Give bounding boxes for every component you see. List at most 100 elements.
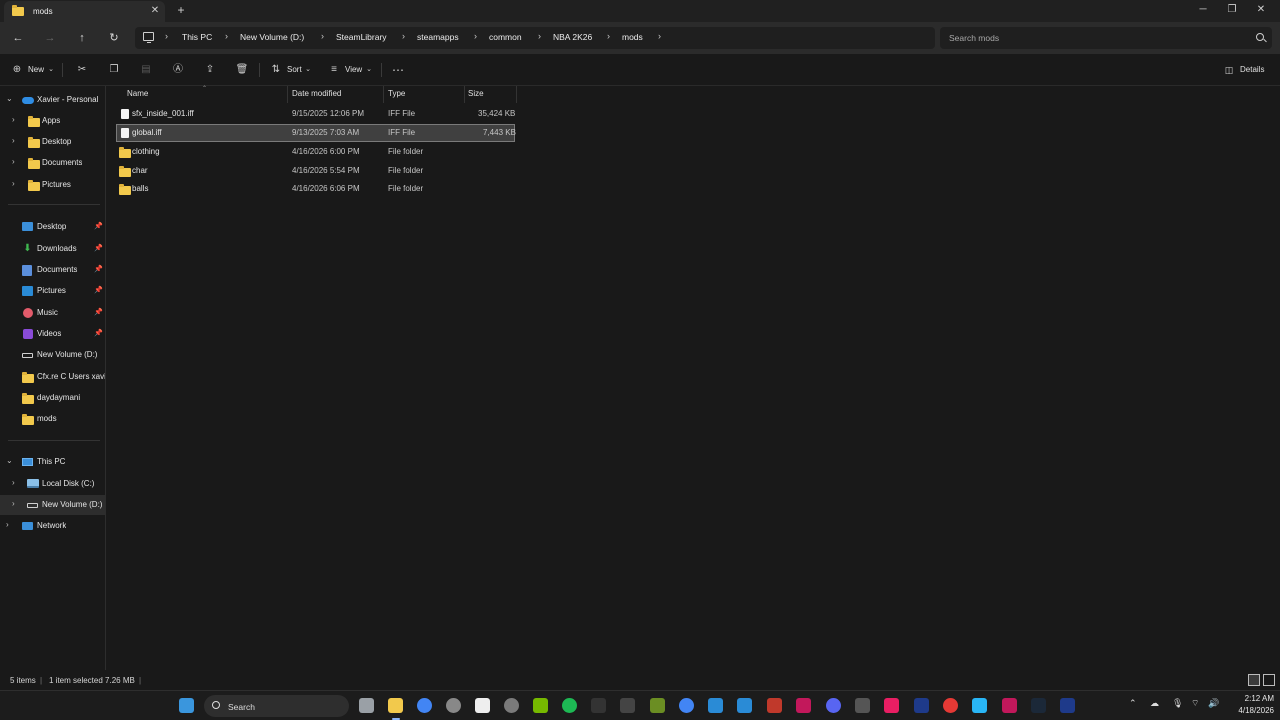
app-icon[interactable] [855,698,870,713]
chevron-right-icon[interactable]: › [538,31,541,41]
chrome-icon[interactable] [679,698,694,713]
delete-icon[interactable]: 🗑 [235,63,249,77]
details-button[interactable]: Details [1240,65,1264,79]
up-button[interactable]: ↑ [74,30,90,46]
refresh-button[interactable]: ↻ [106,30,122,46]
tiles-view-icon[interactable] [1263,674,1275,686]
sidebar-item-music[interactable]: Music 📌 [0,303,105,323]
cut-icon[interactable]: ✂ [75,63,89,77]
sidebar-item-this-pc[interactable]: ⌄ This PC [0,452,105,472]
spotify-icon[interactable] [562,698,577,713]
crumb-steamapps[interactable]: steamapps [417,32,459,42]
microphone-icon[interactable]: 🎙 [1172,698,1183,709]
close-tab-icon[interactable]: ✕ [149,5,161,17]
back-button[interactable]: ← [10,30,26,46]
chevron-right-icon[interactable]: › [12,157,15,166]
sidebar-item-local-disk[interactable]: › Local Disk (C:) [0,474,105,494]
sidebar-item-desktop[interactable]: › Desktop [0,132,105,152]
sort-button[interactable]: Sort [287,65,302,79]
app-icon[interactable] [475,698,490,713]
sidebar-item-mods[interactable]: mods [0,409,105,429]
logitech-icon[interactable] [620,698,635,713]
app-icon[interactable] [972,698,987,713]
crumb-new-volume[interactable]: New Volume (D:) [240,32,304,42]
winrar-icon[interactable] [767,698,782,713]
app-icon[interactable] [737,698,752,713]
table-row[interactable]: clothing 4/16/2026 6:00 PM File folder [116,143,515,161]
chevron-right-icon[interactable]: › [12,499,15,508]
chevron-down-icon[interactable]: ⌄ [44,63,58,77]
chevron-down-icon[interactable]: ⌄ [6,456,13,465]
new-tab-button[interactable]: + [174,3,188,17]
tiktok-icon[interactable] [884,698,899,713]
crumb-mods[interactable]: mods [622,32,643,42]
sidebar-item-quick-desktop[interactable]: Desktop 📌 [0,217,105,237]
chevron-right-icon[interactable]: › [165,31,168,41]
windows-start-icon[interactable] [179,698,194,713]
chevron-down-icon[interactable]: ⌄ [362,63,376,77]
table-row[interactable]: balls 4/16/2026 6:06 PM File folder [116,180,515,198]
sidebar-item-new-volume[interactable]: New Volume (D:) [0,345,105,365]
minimize-button[interactable]: ─ [1196,3,1210,17]
search-input[interactable]: Search mods [940,27,1272,49]
chevron-right-icon[interactable]: › [474,31,477,41]
tray-overflow-icon[interactable]: ⌃ [1129,698,1137,709]
chevron-right-icon[interactable]: › [12,136,15,145]
sidebar-item-quick-pictures[interactable]: Pictures 📌 [0,281,105,301]
chevron-right-icon[interactable]: › [6,520,9,529]
table-row-selected[interactable]: global.iff 9/13/2025 7:03 AM IFF File 7,… [116,124,516,142]
volume-icon[interactable]: 🔊 [1208,698,1219,709]
nvidia-icon[interactable] [533,698,548,713]
steam-icon[interactable] [1031,698,1046,713]
chevron-right-icon[interactable]: › [12,179,15,188]
app-icon[interactable] [1002,698,1017,713]
app-icon[interactable] [1060,698,1075,713]
search-icon[interactable] [1256,33,1264,41]
chevron-right-icon[interactable]: › [225,31,228,41]
sidebar-item-onedrive[interactable]: ⌄ Xavier - Personal [0,90,105,110]
chevron-right-icon[interactable]: › [12,478,15,487]
discord-icon[interactable] [826,698,841,713]
network-tray-icon[interactable]: ⌔ [1191,698,1199,709]
sidebar-item-pictures[interactable]: › Pictures [0,175,105,195]
chevron-right-icon[interactable]: › [12,115,15,124]
app-icon[interactable] [708,698,723,713]
rename-icon[interactable]: Ⓐ [171,63,185,77]
forward-button[interactable]: → [42,30,58,46]
more-options-icon[interactable]: ⋯ [391,63,405,77]
view-button[interactable]: View [345,65,362,79]
epic-games-icon[interactable] [591,698,606,713]
sidebar-item-downloads[interactable]: ⬇ Downloads 📌 [0,239,105,259]
column-header-name[interactable]: Name [127,89,148,98]
share-icon[interactable]: ⇪ [203,63,217,77]
sidebar-item-new-volume-d[interactable]: › New Volume (D:) [0,495,105,515]
table-row[interactable]: sfx_inside_001.iff 9/15/2025 12:06 PM IF… [116,105,515,123]
close-window-button[interactable]: ✕ [1254,3,1268,17]
app-icon[interactable] [914,698,929,713]
crumb-this-pc[interactable]: This PC [182,32,212,42]
chevron-right-icon[interactable]: › [321,31,324,41]
chevron-right-icon[interactable]: › [658,31,661,41]
sidebar-item-documents[interactable]: › Documents [0,153,105,173]
paste-icon[interactable]: ▤ [139,63,153,77]
breadcrumb[interactable]: › This PC › New Volume (D:) › SteamLibra… [135,27,935,49]
chrome-icon[interactable] [417,698,432,713]
maximize-button[interactable]: ❐ [1225,3,1239,17]
sidebar-item-apps[interactable]: › Apps [0,111,105,131]
settings-icon[interactable] [504,698,519,713]
file-explorer-icon[interactable] [388,698,403,713]
chevron-right-icon[interactable]: › [607,31,610,41]
column-header-type[interactable]: Type [388,89,405,98]
tab-mods[interactable]: mods ✕ [4,1,165,22]
column-divider[interactable] [516,86,517,103]
crumb-nba2k26[interactable]: NBA 2K26 [553,32,592,42]
new-button[interactable]: New [28,65,44,79]
onedrive-tray-icon[interactable]: ☁ [1150,698,1159,709]
minecraft-icon[interactable] [650,698,665,713]
app-icon[interactable] [943,698,958,713]
sidebar-item-daydaymani[interactable]: daydaymani [0,388,105,408]
column-header-date[interactable]: Date modified [292,89,341,98]
sidebar-item-videos[interactable]: Videos 📌 [0,324,105,344]
column-divider[interactable] [287,86,288,103]
copy-icon[interactable]: ❐ [107,63,121,77]
